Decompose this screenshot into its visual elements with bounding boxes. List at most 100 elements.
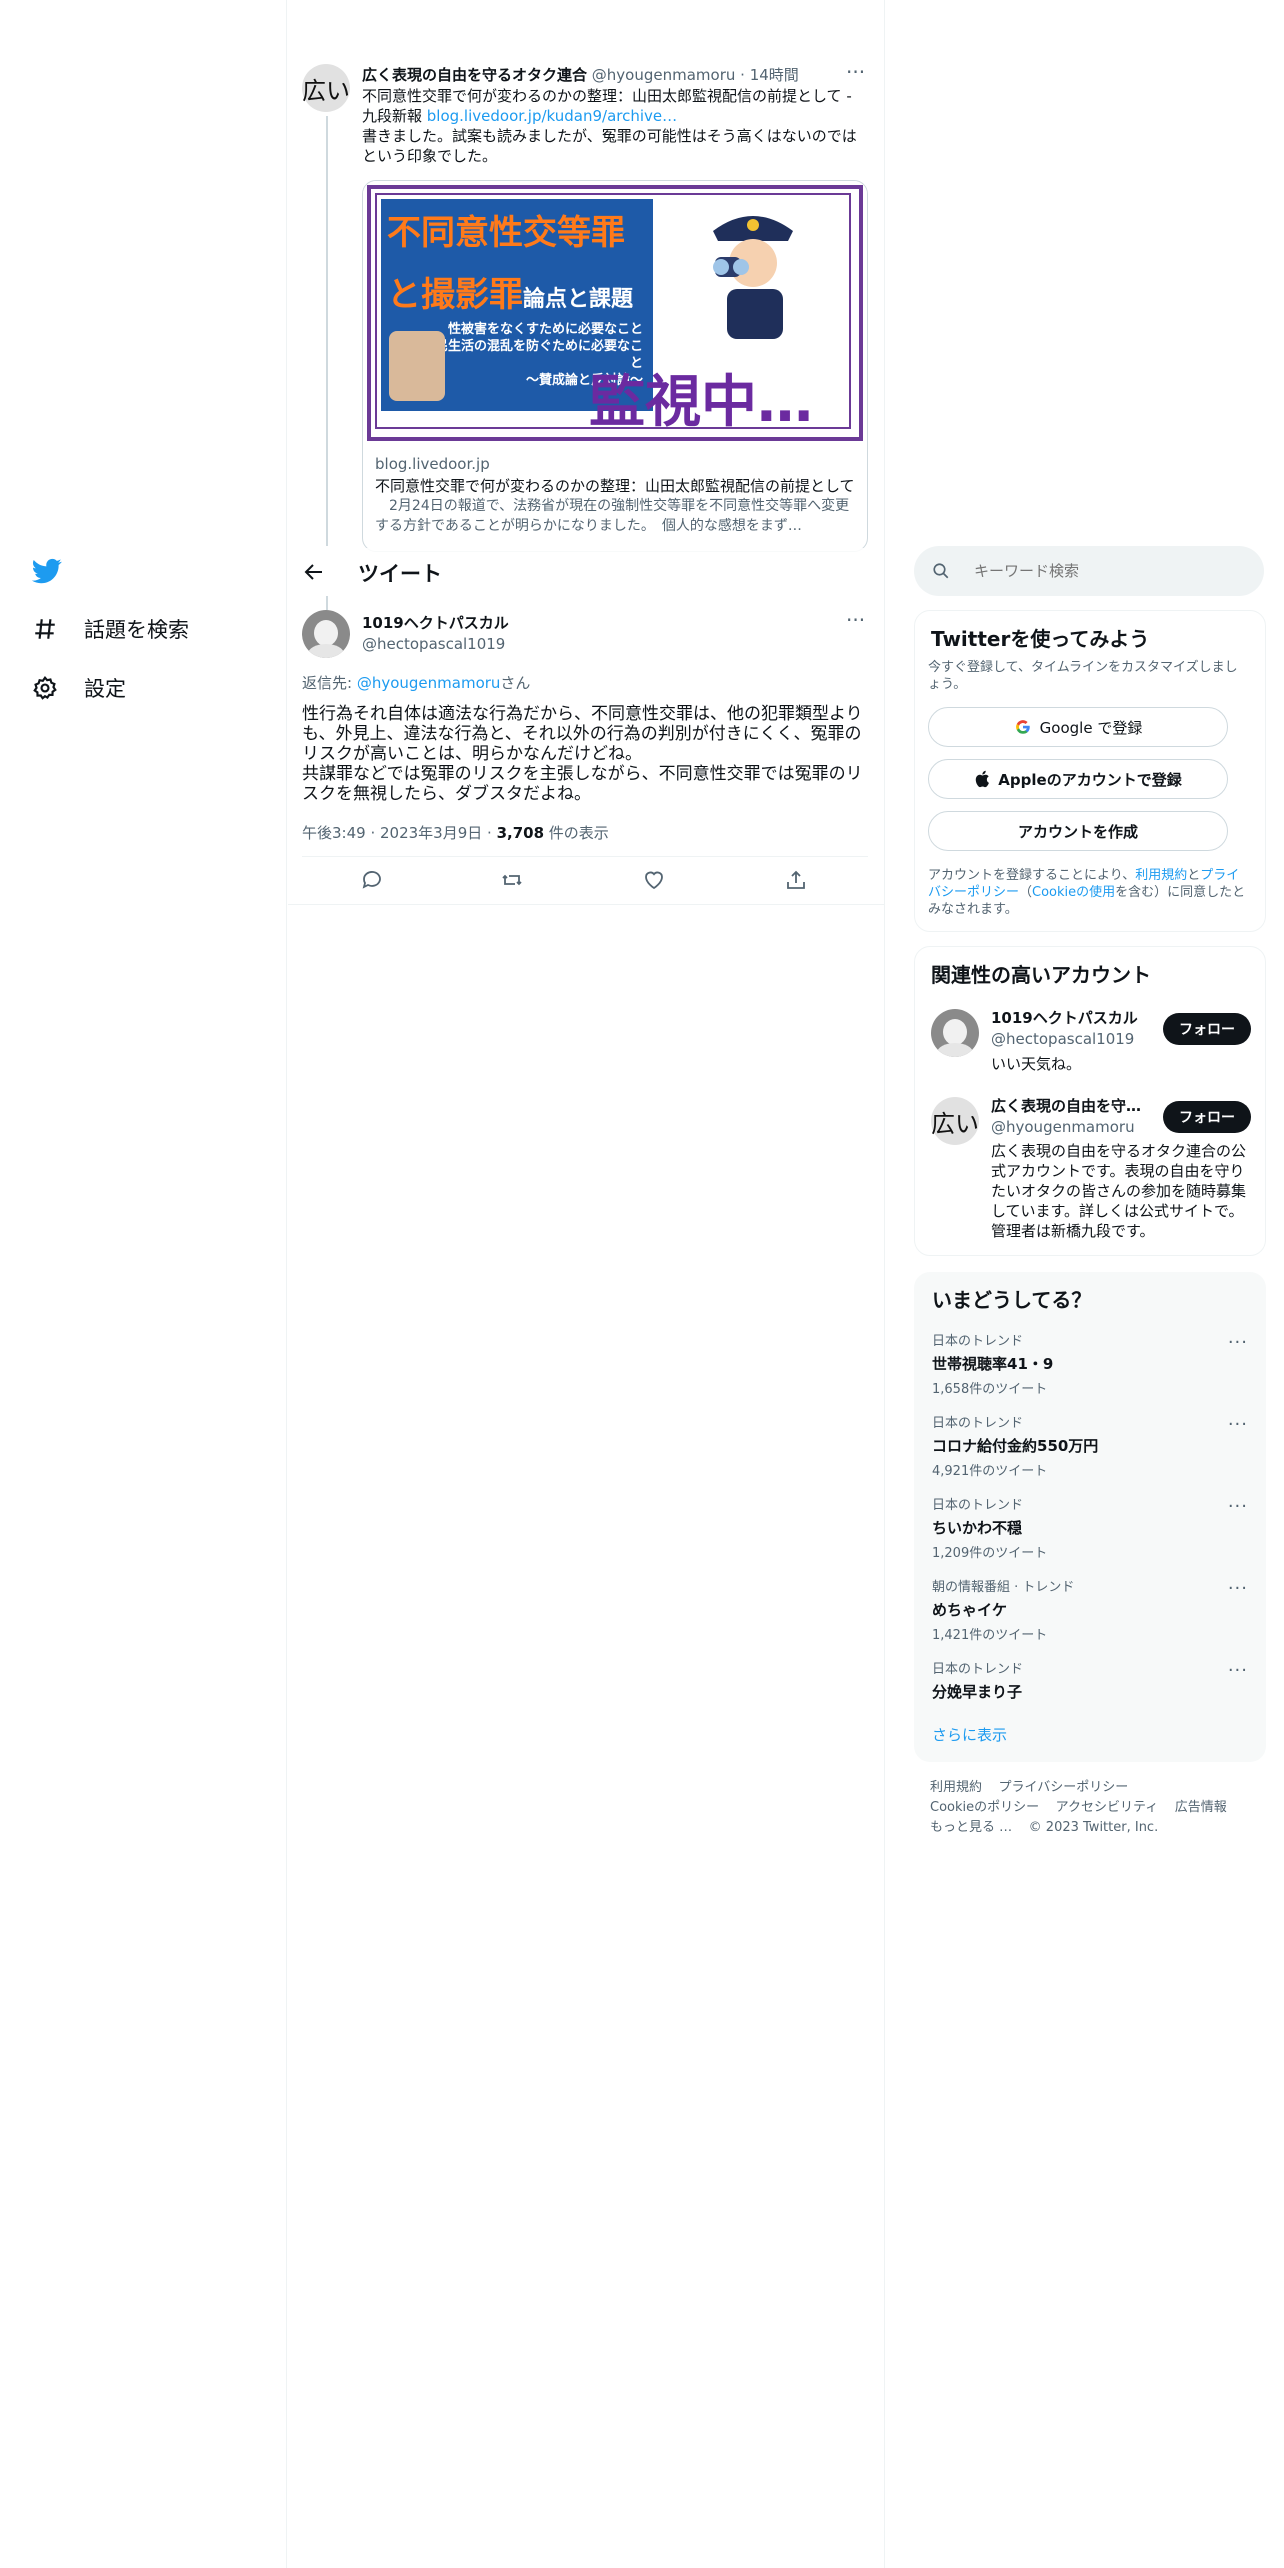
follow-button[interactable]: フォロー	[1163, 1101, 1251, 1133]
tweet-header: ツイート	[288, 548, 884, 596]
card-image-sub: 性被害をなくすために必要なこと	[447, 322, 643, 337]
more-icon[interactable]: ···	[1228, 1578, 1248, 1599]
google-signup-label: Google で登録	[1039, 718, 1143, 737]
main-tweet-views-label: 件の表示	[544, 824, 609, 842]
account-avatar[interactable]	[931, 1009, 979, 1057]
main-tweet-time[interactable]: 午後3:49 · 2023年3月9日 ·	[302, 824, 497, 842]
account-avatar[interactable]: 広い	[931, 1097, 979, 1145]
card-image: 不同意性交等罪 と撮影罪論点と課題 性被害をなくすために必要なこと 国民生活の混…	[363, 181, 867, 445]
search-input[interactable]	[972, 561, 1236, 581]
share-icon[interactable]	[784, 868, 808, 892]
trend-category: 日本のトレンド	[932, 1662, 1024, 1677]
footer-link[interactable]: アクセシビリティ	[1056, 1800, 1159, 1815]
signup-terms: アカウントを登録することにより、利用規約とプライバシーポリシー（Cookieの使…	[928, 867, 1250, 918]
terms-link[interactable]: 利用規約	[1135, 868, 1187, 883]
footer-link[interactable]: プライバシーポリシー	[999, 1780, 1129, 1795]
footer: 利用規約 プライバシーポリシー Cookieのポリシー アクセシビリティ 広告情…	[930, 1778, 1250, 1838]
account-info[interactable]: 1019ヘクトパスカル @hectopascal1019	[991, 1007, 1151, 1048]
trend-item[interactable]: 日本のトレンド 分娩早まり子 ···	[932, 1658, 1248, 1702]
main-tweet-name[interactable]: 1019ヘクトパスカル	[362, 612, 509, 633]
terms-text: （	[1019, 885, 1033, 900]
reply-to-link[interactable]: @hyougenmamoru	[357, 674, 501, 692]
link-preview-card[interactable]: 不同意性交等罪 と撮影罪論点と課題 性被害をなくすために必要なこと 国民生活の混…	[362, 180, 868, 552]
trend-item[interactable]: 朝の情報番組 · トレンド めちゃイケ 1,421件のツイート ···	[932, 1576, 1248, 1643]
terms-text: と	[1187, 868, 1201, 883]
like-icon[interactable]	[642, 868, 666, 892]
apple-signup-label: Appleのアカウントで登録	[998, 770, 1182, 789]
parent-tweet-handle[interactable]: @hyougenmamoru	[592, 66, 736, 84]
follow-label: フォロー	[1179, 1022, 1235, 1038]
more-icon[interactable]: ···	[1228, 1414, 1248, 1435]
create-account-button[interactable]: アカウントを作成	[928, 811, 1228, 851]
trend-item[interactable]: 日本のトレンド 世帯視聴率41・9 1,658件のツイート ···	[932, 1330, 1248, 1397]
footer-copyright: © 2023 Twitter, Inc.	[1028, 1820, 1159, 1835]
nav-settings-label: 設定	[84, 677, 126, 701]
main-tweet-handle[interactable]: @hectopascal1019	[362, 635, 509, 653]
card-image-big-text: 監視中…	[589, 370, 813, 435]
avatar-text: 広い	[931, 1109, 979, 1138]
follow-button[interactable]: フォロー	[1163, 1013, 1251, 1045]
nav-settings[interactable]: 設定	[32, 673, 126, 703]
parent-tweet-link[interactable]: blog.livedoor.jp/kudan9/archive…	[427, 107, 677, 125]
footer-link[interactable]: Cookieのポリシー	[930, 1800, 1039, 1815]
trend-title: めちゃイケ	[932, 1601, 1008, 1619]
main-tweet-views: 3,708	[496, 824, 545, 842]
trend-item[interactable]: 日本のトレンド ちいかわ不穏 1,209件のツイート ···	[932, 1494, 1248, 1561]
signup-panel: Twitterを使ってみよう 今すぐ登録して、タイムラインをカスタマイズしましょ…	[914, 610, 1266, 932]
account-info[interactable]: 広く表現の自由を守… @hyougenmamoru	[991, 1095, 1151, 1136]
create-account-label: アカウントを作成	[1017, 822, 1138, 841]
signup-title: Twitterを使ってみよう	[931, 627, 1150, 651]
parent-tweet-name[interactable]: 広く表現の自由を守るオタク連合	[362, 66, 587, 84]
follow-label: フォロー	[1179, 1110, 1235, 1126]
trend-count: 1,209件のツイート	[932, 1546, 1048, 1561]
main-tweet-text-line: 性行為それ自体は適法な行為だから、不同意性交罪は、他の犯罪類型よりも、外見上、違…	[302, 704, 863, 764]
person-photo	[389, 331, 445, 401]
card-image-title-part: と撮影罪	[387, 275, 523, 315]
more-icon[interactable]: ···	[1228, 1332, 1248, 1353]
card-image-title: 不同意性交等罪	[387, 213, 625, 253]
hashtag-icon	[32, 616, 58, 642]
more-icon[interactable]: ···	[846, 608, 865, 632]
main-tweet-text: 性行為それ自体は適法な行為だから、不同意性交罪は、他の犯罪類型よりも、外見上、違…	[302, 704, 868, 804]
parent-tweet-header: 広く表現の自由を守るオタク連合 @hyougenmamoru · 14時間	[362, 64, 870, 85]
twitter-logo-icon[interactable]	[32, 556, 62, 586]
search-box[interactable]	[914, 546, 1264, 596]
nav-explore[interactable]: 話題を検索	[32, 614, 189, 644]
parent-tweet-text-part: 書きました。試案も読みましたが、冤罪の可能性はそう高くはないのではという印象でし…	[362, 127, 857, 165]
google-icon	[1014, 718, 1032, 736]
signup-subtitle: 今すぐ登録して、タイムラインをカスタマイズしましょう。	[928, 660, 1238, 692]
google-signup-button[interactable]: Google で登録	[928, 707, 1228, 747]
footer-link[interactable]: 広告情報	[1175, 1800, 1227, 1815]
trend-count: 4,921件のツイート	[932, 1464, 1048, 1479]
more-icon[interactable]: ···	[1228, 1496, 1248, 1517]
avatar-text: 広い	[302, 76, 350, 105]
parent-tweet-time[interactable]: · 14時間	[740, 66, 799, 84]
relevant-accounts-panel: 関連性の高いアカウント 1019ヘクトパスカル @hectopascal1019…	[914, 946, 1266, 1256]
account-name: 広く表現の自由を守…	[991, 1097, 1142, 1115]
account-handle: @hyougenmamoru	[991, 1118, 1135, 1136]
back-arrow-icon[interactable]	[302, 560, 326, 584]
apple-icon	[974, 770, 990, 788]
footer-link[interactable]: 利用規約	[930, 1780, 982, 1795]
show-more-link[interactable]: さらに表示	[932, 1724, 1007, 1745]
apple-signup-button[interactable]: Appleのアカウントで登録	[928, 759, 1228, 799]
trend-item[interactable]: 日本のトレンド コロナ給付金約550万円 4,921件のツイート ···	[932, 1412, 1248, 1479]
trend-title: 世帯視聴率41・9	[932, 1355, 1054, 1373]
more-icon[interactable]: ···	[846, 60, 865, 84]
more-icon[interactable]: ···	[1228, 1660, 1248, 1681]
parent-tweet-avatar[interactable]: 広い	[302, 64, 350, 112]
card-text: blog.livedoor.jp 不同意性交罪で何が変わるのかの整理：山田太郎監…	[363, 445, 867, 546]
parent-tweet-text: 不同意性交罪で何が変わるのかの整理：山田太郎監視配信の前提として - 九段新報 …	[362, 86, 862, 166]
card-description: 2月24日の報道で、法務省が現在の強制性交等罪を不同意性交等罪へ変更する方針であ…	[375, 498, 850, 534]
main-tweet-avatar[interactable]	[302, 610, 350, 658]
footer-more-link[interactable]: もっと見る …	[930, 1820, 1012, 1835]
account-bio: いい天気ね。	[991, 1055, 1082, 1073]
card-title: 不同意性交罪で何が変わるのかの整理：山田太郎監視配信の前提として	[375, 477, 855, 495]
cookie-link[interactable]: Cookieの使用	[1032, 885, 1115, 900]
retweet-icon[interactable]	[500, 868, 524, 892]
reply-icon[interactable]	[360, 868, 384, 892]
trend-count: 1,421件のツイート	[932, 1628, 1048, 1643]
column-divider	[286, 0, 287, 2568]
card-image-title-suffix: 論点と課題	[523, 287, 634, 312]
nav-explore-label: 話題を検索	[84, 618, 189, 642]
